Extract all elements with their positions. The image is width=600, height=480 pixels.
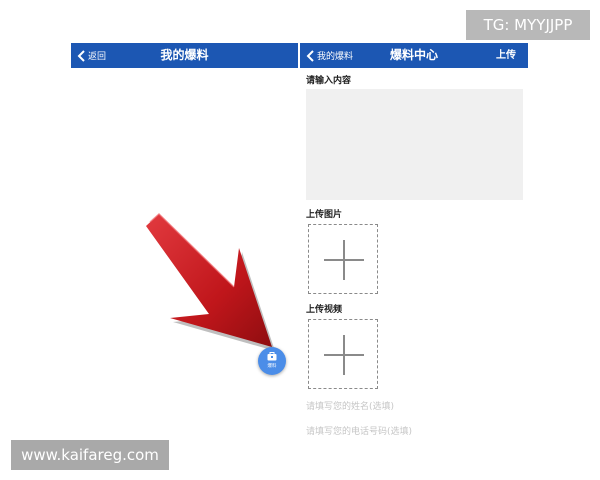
navbar: 我的爆料 爆料中心 上传 [300,43,528,68]
plus-icon [343,240,345,280]
phone-field[interactable]: 请填写您的电话号码(选填) [306,424,506,437]
fab-label: 爆料 [267,364,277,369]
video-upload-label: 上传视频 [306,305,343,315]
report-fab-button[interactable]: 爆料 [258,347,286,375]
back-label: 我的爆料 [317,52,354,62]
content-label: 请输入内容 [306,76,352,86]
upload-submit-button[interactable]: 上传 [496,43,516,68]
back-button[interactable]: 返回 [77,43,106,68]
back-button[interactable]: 我的爆料 [306,43,353,68]
back-label: 返回 [88,52,107,62]
report-center-screen: 我的爆料 爆料中心 上传 请输入内容 上传图片 上传视频 请填写您的姓名(选填)… [300,43,528,443]
name-field[interactable]: 请填写您的姓名(选填) [306,399,506,412]
site-watermark: www.kaifareg.com [11,440,169,470]
chevron-left-icon [77,49,85,62]
chevron-left-icon [306,49,314,62]
content-textarea[interactable] [306,89,523,200]
briefcase-icon [267,352,277,361]
navbar: 返回 我的爆料 [71,43,298,68]
tg-watermark: TG: MYYJJPP [466,10,590,40]
image-upload-label: 上传图片 [306,210,343,220]
add-video-button[interactable] [308,319,378,389]
add-image-button[interactable] [308,224,378,294]
my-reports-screen: 返回 我的爆料 [71,43,298,443]
plus-icon [343,335,345,375]
